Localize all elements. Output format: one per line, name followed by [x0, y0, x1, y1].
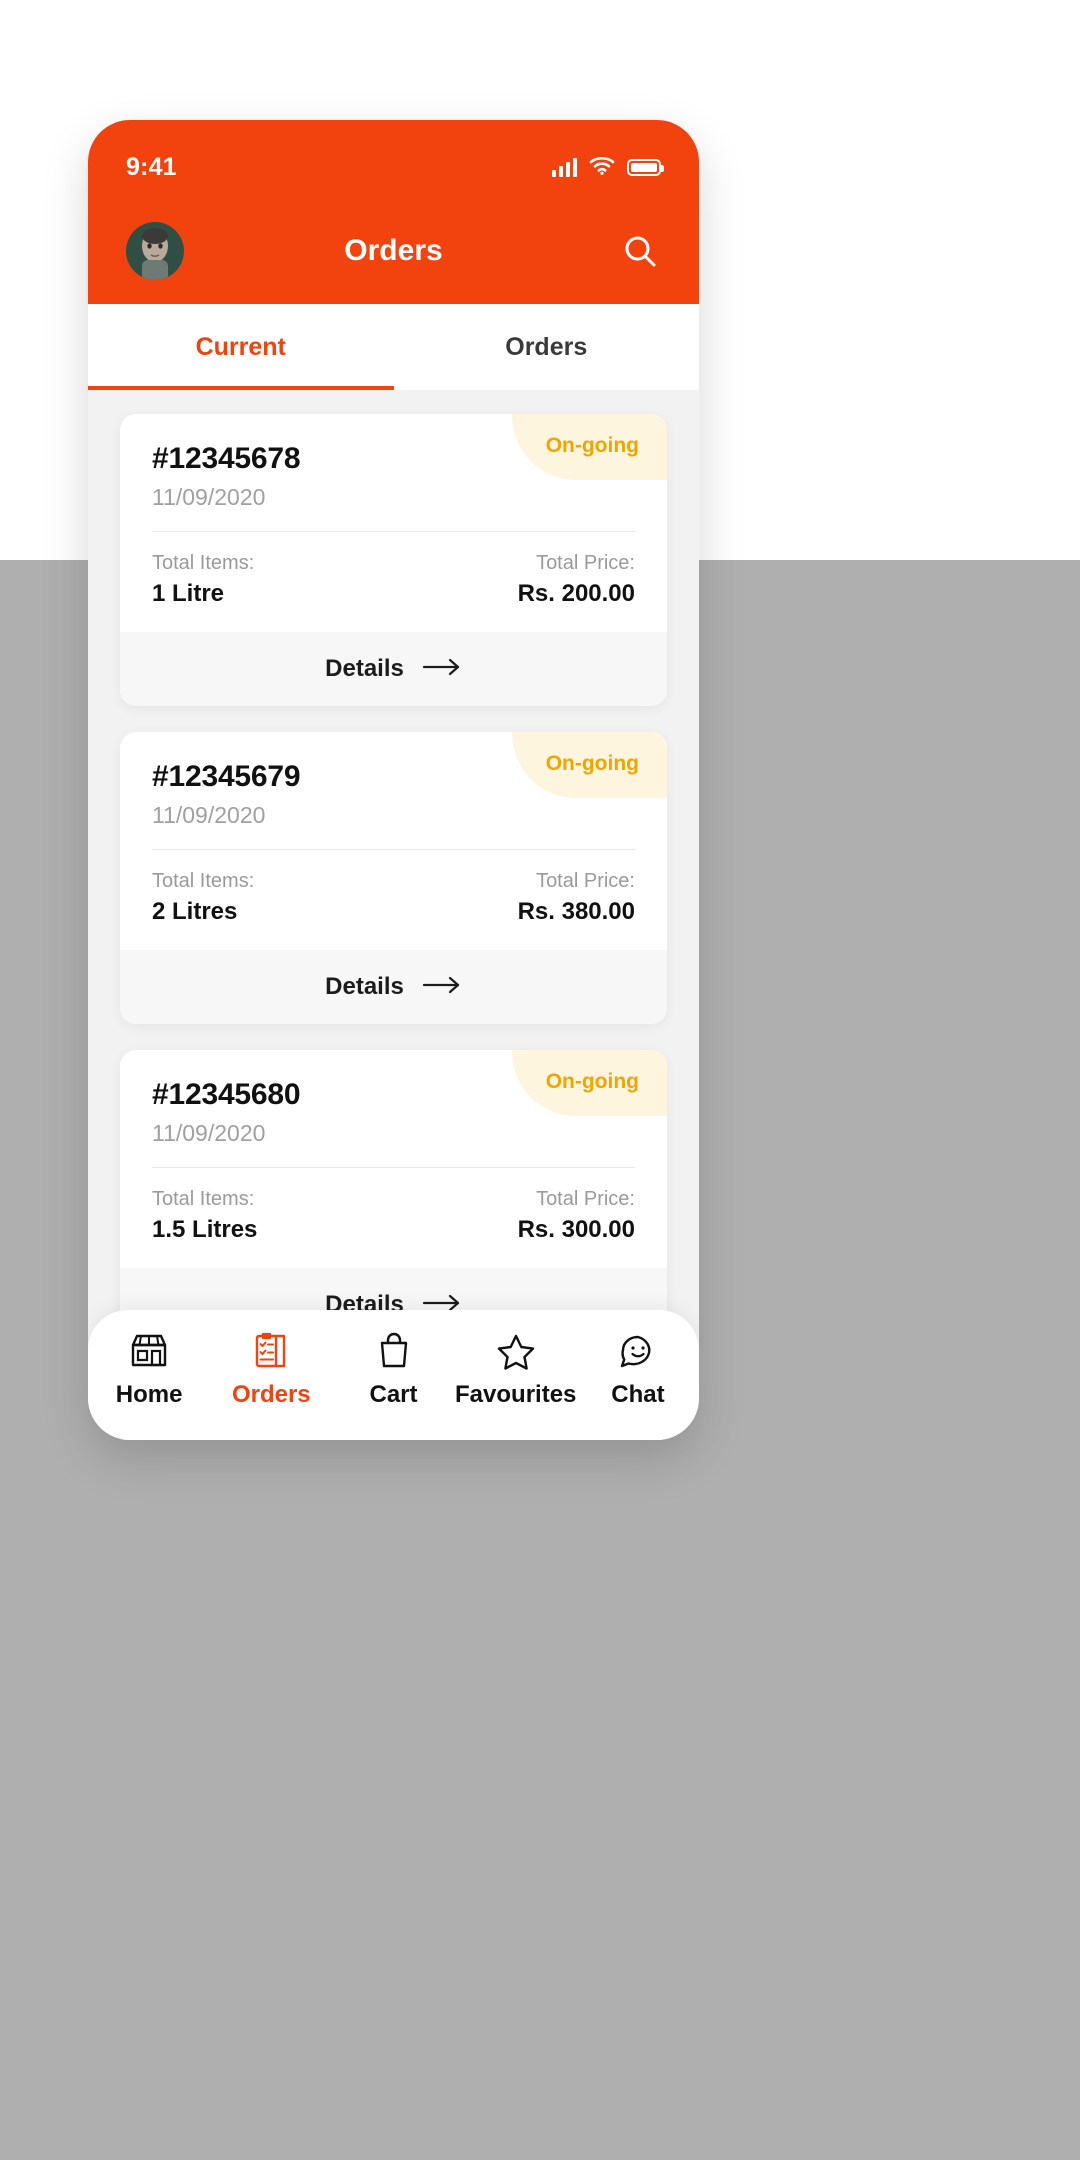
shopping-bag-icon	[373, 1330, 415, 1372]
battery-full-icon	[627, 158, 664, 176]
clipboard-list-icon	[250, 1330, 292, 1372]
total-items-col: Total Items: 1.5 Litres	[152, 1188, 257, 1244]
tab-orders[interactable]: Orders	[394, 304, 700, 390]
details-label: Details	[325, 973, 404, 1000]
total-price-label: Total Price:	[536, 552, 635, 574]
nav-label-home: Home	[115, 1381, 183, 1408]
nav-item-cart[interactable]: Cart	[332, 1330, 454, 1409]
total-items-value: 1.5 Litres	[152, 1216, 258, 1243]
total-price-label: Total Price:	[536, 870, 635, 892]
signal-bars-icon	[552, 157, 577, 177]
nav-label-favourites: Favourites	[455, 1381, 577, 1408]
search-icon[interactable]	[619, 230, 661, 272]
nav-item-orders[interactable]: Orders	[210, 1330, 332, 1409]
total-price-col: Total Price: Rs. 380.00	[518, 870, 635, 926]
total-items-label: Total Items:	[152, 1188, 255, 1210]
arrow-right-icon	[422, 976, 462, 999]
order-date: 11/09/2020	[152, 484, 266, 510]
total-items-col: Total Items: 1 Litre	[152, 552, 254, 608]
order-card[interactable]: On-going #12345679 11/09/2020 Total Item…	[120, 732, 667, 1024]
total-items-label: Total Items:	[152, 870, 255, 892]
total-price-col: Total Price: Rs. 200.00	[518, 552, 635, 608]
total-price-value: Rs. 200.00	[517, 580, 635, 607]
order-card[interactable]: On-going #12345678 11/09/2020 Total Item…	[120, 414, 667, 706]
total-price-label: Total Price:	[536, 1188, 635, 1210]
orders-list[interactable]: On-going #12345678 11/09/2020 Total Item…	[88, 390, 699, 1440]
user-avatar[interactable]	[126, 222, 184, 280]
total-items-col: Total Items: 2 Litres	[152, 870, 254, 926]
total-price-value: Rs. 300.00	[517, 1216, 635, 1243]
nav-label-cart: Cart	[369, 1381, 418, 1408]
details-button[interactable]: Details	[120, 950, 667, 1024]
storefront-icon	[128, 1330, 170, 1372]
nav-label-chat: Chat	[611, 1381, 665, 1408]
tab-orders-label: Orders	[505, 332, 588, 361]
phone-frame: 9:41 Orders Current Orders On-going #123…	[88, 120, 699, 1440]
order-date: 11/09/2020	[152, 802, 266, 828]
order-totals: Total Items: 2 Litres Total Price: Rs. 3…	[120, 850, 667, 950]
details-label: Details	[325, 655, 404, 682]
total-items-value: 1 Litre	[152, 580, 225, 607]
nav-item-chat[interactable]: Chat	[577, 1330, 699, 1409]
status-time: 9:41	[126, 152, 177, 181]
details-button[interactable]: Details	[120, 632, 667, 706]
total-items-value: 2 Litres	[152, 898, 238, 925]
star-icon	[495, 1330, 537, 1372]
total-items-label: Total Items:	[152, 552, 255, 574]
chat-smiley-icon	[617, 1330, 659, 1372]
tab-bar: Current Orders	[88, 304, 699, 390]
nav-item-favourites[interactable]: Favourites	[455, 1330, 577, 1409]
order-totals: Total Items: 1 Litre Total Price: Rs. 20…	[120, 532, 667, 632]
wifi-icon	[589, 155, 615, 180]
tab-current-label: Current	[195, 332, 286, 361]
total-price-col: Total Price: Rs. 300.00	[518, 1188, 635, 1244]
nav-label-orders: Orders	[231, 1381, 311, 1408]
total-price-value: Rs. 380.00	[517, 898, 635, 925]
arrow-right-icon	[422, 658, 462, 681]
tab-current[interactable]: Current	[88, 304, 394, 390]
order-card[interactable]: On-going #12345680 11/09/2020 Total Item…	[120, 1050, 667, 1342]
order-date: 11/09/2020	[152, 1120, 266, 1146]
status-bar: 9:41	[88, 120, 699, 198]
bottom-nav: Home Orders Cart Favourites Chat	[88, 1310, 699, 1440]
status-icons	[552, 155, 664, 180]
order-totals: Total Items: 1.5 Litres Total Price: Rs.…	[120, 1168, 667, 1268]
app-header: Orders	[88, 198, 699, 304]
nav-item-home[interactable]: Home	[88, 1330, 210, 1409]
